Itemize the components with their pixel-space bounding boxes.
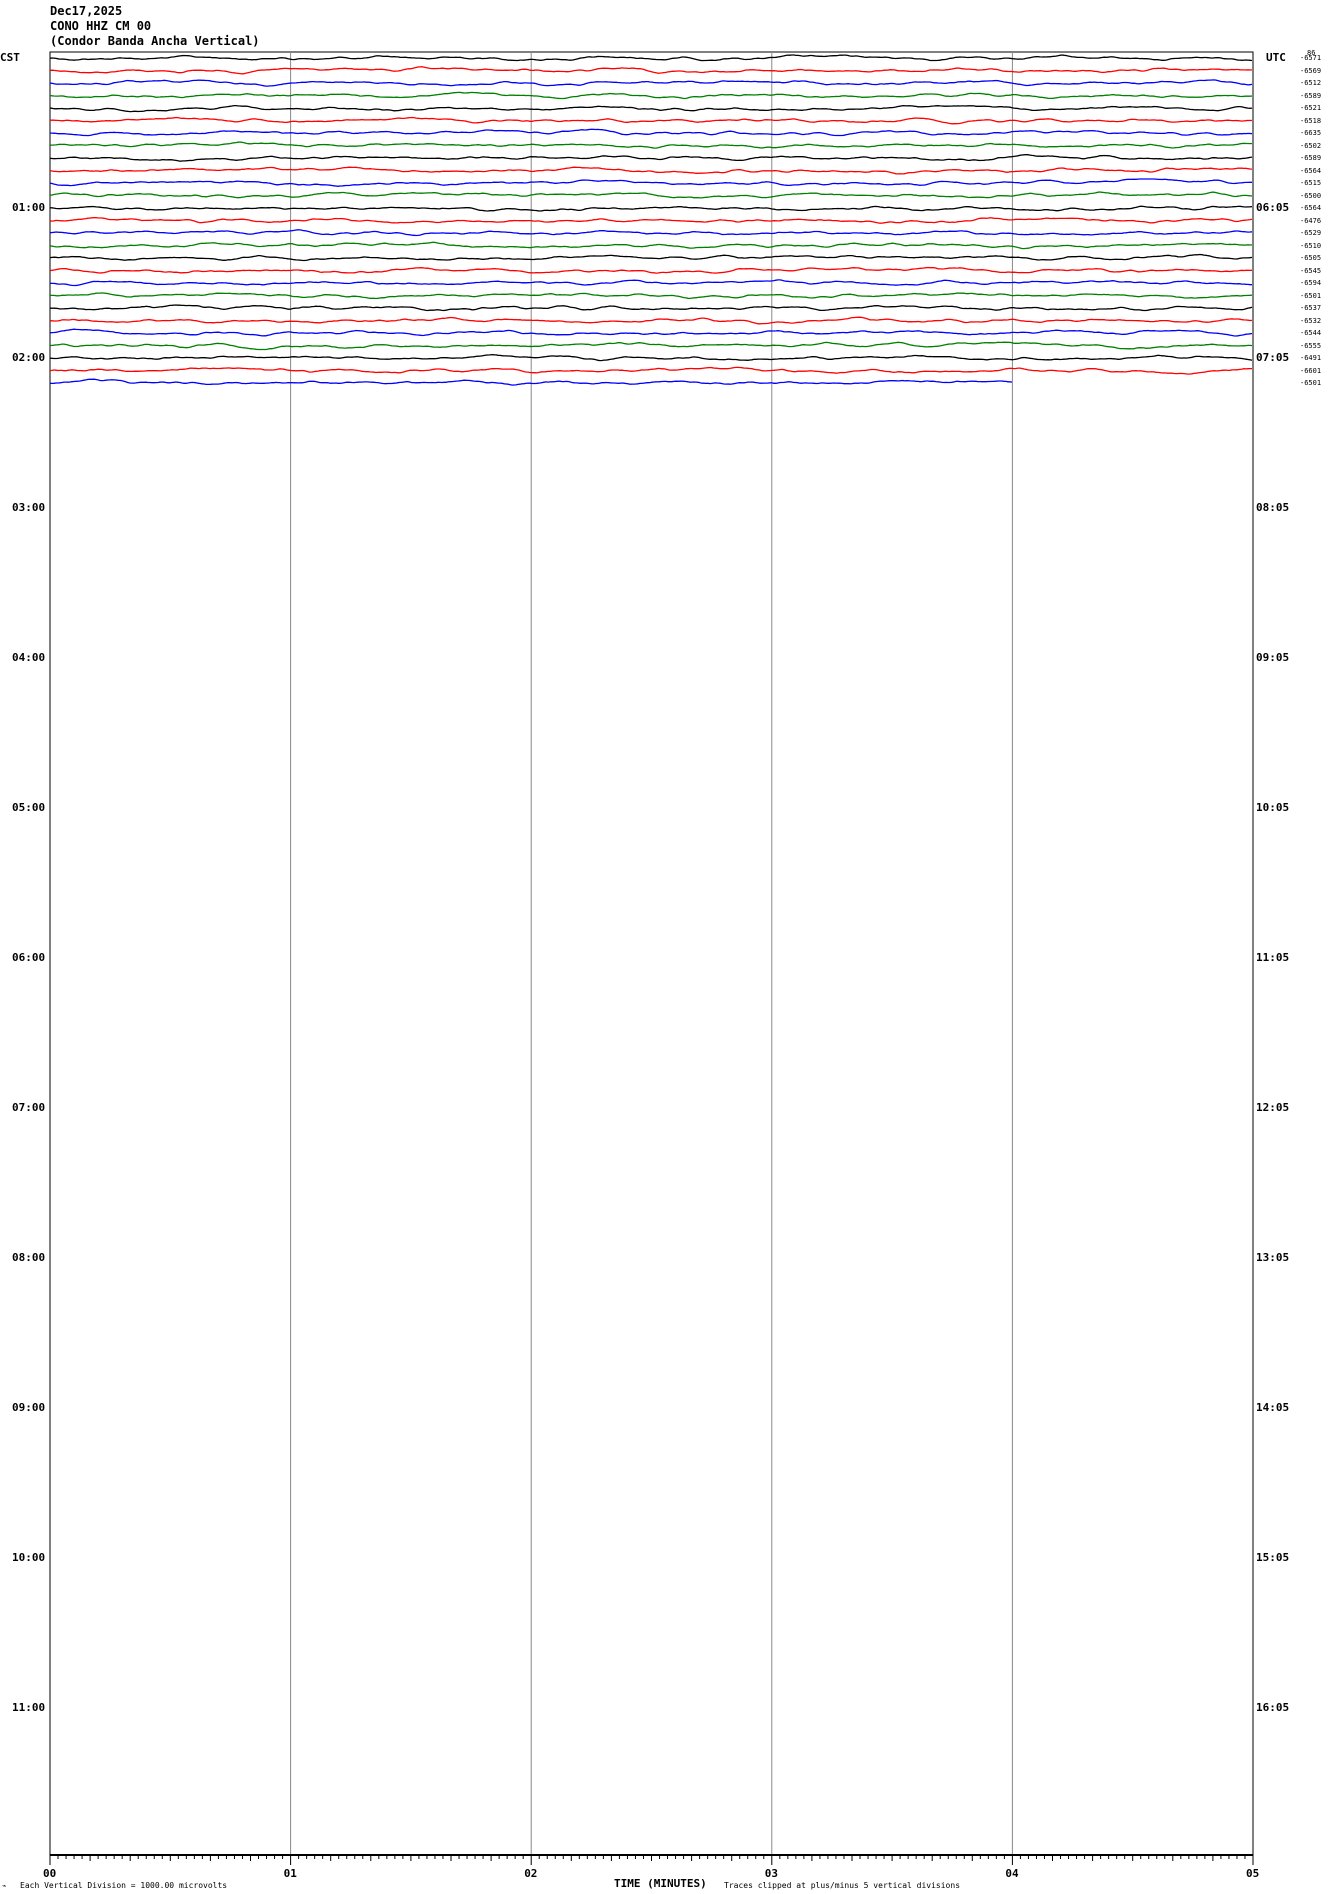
- left-hour-label: 09:00: [12, 1401, 46, 1414]
- trace-line: [49, 178, 1252, 187]
- x-tick-label: 04: [1005, 1867, 1019, 1880]
- trace-offset-label: -6569: [1300, 66, 1322, 75]
- trace-offset-label: -6564: [1300, 166, 1322, 175]
- right-tz-label: UTC: [1266, 51, 1286, 64]
- trace-line: [49, 166, 1253, 175]
- trace-offset-label: -6491: [1300, 354, 1322, 362]
- right-hour-label: 16:05: [1256, 1701, 1290, 1714]
- scale-icon: ⌁: [2, 1882, 7, 1890]
- trace-line: [49, 66, 1253, 75]
- trace-offset-label: -6510: [1300, 241, 1322, 250]
- x-tick-label: 01: [283, 1867, 297, 1880]
- trace-offset-label: -6537: [1300, 304, 1322, 312]
- trace-offset-label: -6501: [1300, 379, 1322, 387]
- right-hour-label: 12:05: [1256, 1101, 1290, 1114]
- left-hour-label: 02:00: [12, 351, 46, 364]
- trace-offset-label: -6515: [1300, 179, 1322, 187]
- trace-offset-label: -6601: [1300, 366, 1322, 375]
- trace-line: [50, 128, 1253, 137]
- trace-line: [49, 216, 1253, 224]
- trace-offset-label: -6589: [1300, 154, 1322, 162]
- trace-offset-label: -6505: [1300, 254, 1322, 262]
- trace-line: [49, 316, 1253, 325]
- trace-line: [49, 104, 1253, 113]
- trace-line: [49, 79, 1253, 87]
- trace-offset-label: -6544: [1300, 329, 1322, 337]
- left-hour-label: 05:00: [12, 801, 46, 814]
- right-hour-label: 06:05: [1256, 201, 1290, 214]
- trace-offset-label: -6521: [1300, 104, 1322, 112]
- trace-offset-label: -6500: [1300, 191, 1322, 200]
- trace-line: [49, 253, 1253, 262]
- right-hour-label: 13:05: [1256, 1251, 1290, 1264]
- trace-offset-label: -6594: [1300, 279, 1322, 287]
- left-hour-label: CST: [0, 51, 20, 64]
- left-hour-label: 06:00: [12, 951, 46, 964]
- right-hour-label: 11:05: [1256, 951, 1290, 964]
- trace-line: [49, 279, 1252, 287]
- trace-line: [49, 153, 1253, 162]
- plot-frame: [49, 51, 1254, 1856]
- x-axis-label: TIME (MINUTES): [614, 1877, 707, 1890]
- trace-offset-label: -6532: [1300, 316, 1322, 325]
- trace-line: [49, 266, 1253, 274]
- trace-line: [49, 241, 1253, 250]
- trace-line: [49, 292, 1253, 300]
- trace-offset-label: -6529: [1300, 229, 1322, 237]
- trace-offset-label: -6545: [1300, 266, 1322, 275]
- right-hour-label: 14:05: [1256, 1401, 1290, 1414]
- right-hour-label: 09:05: [1256, 651, 1290, 664]
- trace-line: [49, 141, 1253, 149]
- trace-offset-label: -6555: [1300, 341, 1322, 350]
- trace-line: [50, 304, 1253, 312]
- left-hour-label: 03:00: [12, 501, 46, 514]
- x-tick-label: 02: [524, 1867, 538, 1880]
- scale-text: Each Vertical Division = 1000.00 microvo…: [20, 1881, 228, 1890]
- trace-offset-label: -6512: [1300, 79, 1322, 87]
- trace-line: [49, 54, 1253, 62]
- trace-offset-label: -6589: [1300, 91, 1322, 100]
- right-hour-label: 07:05: [1256, 351, 1290, 364]
- trace-line: [50, 116, 1253, 125]
- trace-line: [49, 341, 1253, 351]
- right-hour-label: 10:05: [1256, 801, 1290, 814]
- trace-line: [50, 205, 1253, 212]
- trace-line: [49, 91, 1253, 100]
- left-hour-label: 07:00: [12, 1101, 46, 1114]
- right-hour-label: 15:05: [1256, 1551, 1290, 1564]
- trace-line: [49, 366, 1252, 375]
- clip-text: Traces clipped at plus/minus 5 vertical …: [724, 1881, 961, 1890]
- left-hour-label: 01:00: [12, 201, 46, 214]
- trace-offset-label: -6635: [1300, 129, 1322, 137]
- x-tick-label: 00: [43, 1867, 57, 1880]
- left-hour-label: 08:00: [12, 1251, 46, 1264]
- trace-offset-label: -6571: [1300, 54, 1322, 62]
- trace-offset-label: -6501: [1300, 291, 1322, 300]
- trace-line: [49, 328, 1253, 337]
- x-tick-label: 03: [764, 1867, 779, 1880]
- left-hour-label: 04:00: [12, 651, 46, 664]
- trace-line: [49, 353, 1253, 362]
- trace-line: [49, 191, 1253, 199]
- trace-offset-label: -6502: [1300, 141, 1322, 150]
- helicorder-plot: [49, 51, 1254, 1865]
- right-hour-label: 08:05: [1256, 501, 1290, 514]
- trace-offset-label: -6564: [1300, 204, 1322, 212]
- trace-offset-label: -6476: [1300, 216, 1322, 225]
- left-hour-label: 11:00: [12, 1701, 46, 1714]
- trace-offset-label: -6518: [1300, 116, 1322, 125]
- left-hour-label: 10:00: [12, 1551, 46, 1564]
- x-tick-label: 05: [1246, 1867, 1260, 1880]
- trace-line: [49, 229, 1253, 237]
